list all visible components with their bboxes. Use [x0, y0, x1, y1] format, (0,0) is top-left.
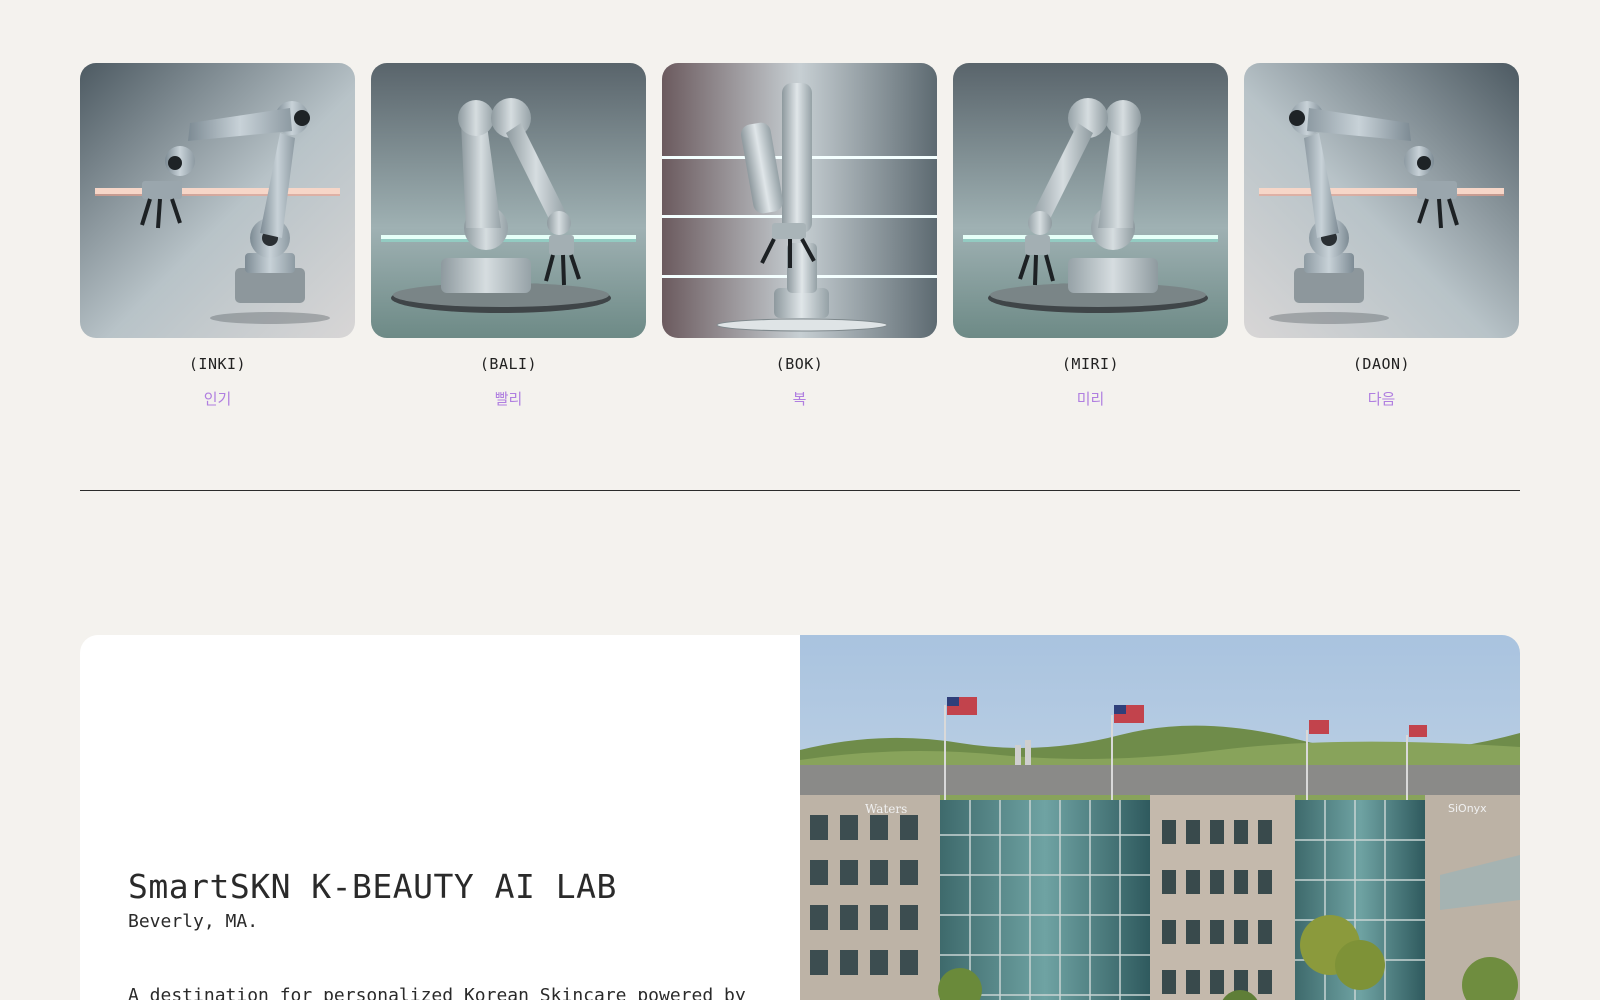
robot-arm-image[interactable]: [953, 63, 1228, 338]
lab-section: SmartSKN K-BEAUTY AI LAB Beverly, MA. A …: [80, 635, 1520, 1000]
robot-code: (BALI): [479, 355, 538, 373]
page: (INKI) 인기 (BALI) 빨리 (BOK) 복 (MIRI) 미리 (D…: [0, 0, 1600, 1000]
lab-description: A destination for personalized Korean Sk…: [128, 985, 746, 1000]
robot-code: (BOK): [775, 355, 824, 373]
robot-arm-image[interactable]: [80, 63, 355, 338]
robot-arm-image[interactable]: [1244, 63, 1519, 338]
robot-korean-name[interactable]: 복: [662, 389, 937, 409]
robot-korean-name[interactable]: 다음: [1244, 389, 1519, 409]
lab-title: SmartSKN K-BEAUTY AI LAB: [128, 867, 617, 906]
robot-arm-three-lights-illustration: [662, 63, 937, 338]
lab-info-panel: SmartSKN K-BEAUTY AI LAB Beverly, MA. A …: [80, 635, 800, 1000]
robot-arm-teal-light-illustration: [371, 63, 646, 338]
campus-building-illustration: Waters SiOnyx: [800, 635, 1520, 1000]
robot-card-inki[interactable]: (INKI) 인기: [80, 63, 355, 409]
robot-korean-name[interactable]: 미리: [953, 389, 1228, 409]
lab-location: Beverly, MA.: [128, 911, 259, 932]
robot-arm-warm-light-illustration: [80, 63, 355, 338]
robot-card-daon[interactable]: (DAON) 다음: [1244, 63, 1519, 409]
robot-arm-teal-light-mirrored-illustration: [953, 63, 1228, 338]
robot-card-bali[interactable]: (BALI) 빨리: [371, 63, 646, 409]
robot-arm-image[interactable]: [662, 63, 937, 338]
section-divider: [80, 490, 1520, 491]
robot-code: (DAON): [1352, 355, 1411, 373]
waters-sign: Waters: [865, 802, 907, 816]
robot-card-miri[interactable]: (MIRI) 미리: [953, 63, 1228, 409]
robot-card-list: (INKI) 인기 (BALI) 빨리 (BOK) 복 (MIRI) 미리 (D…: [80, 63, 1520, 409]
robot-korean-name[interactable]: 빨리: [371, 389, 646, 409]
lab-campus-photo: Waters SiOnyx: [800, 635, 1520, 1000]
robot-arm-warm-light-mirrored-illustration: [1244, 63, 1519, 338]
robot-code: (INKI): [188, 355, 247, 373]
robot-korean-name[interactable]: 인기: [80, 389, 355, 409]
robot-arm-image[interactable]: [371, 63, 646, 338]
robot-card-bok[interactable]: (BOK) 복: [662, 63, 937, 409]
robot-code: (MIRI): [1061, 355, 1120, 373]
sionyx-sign: SiOnyx: [1448, 802, 1487, 815]
